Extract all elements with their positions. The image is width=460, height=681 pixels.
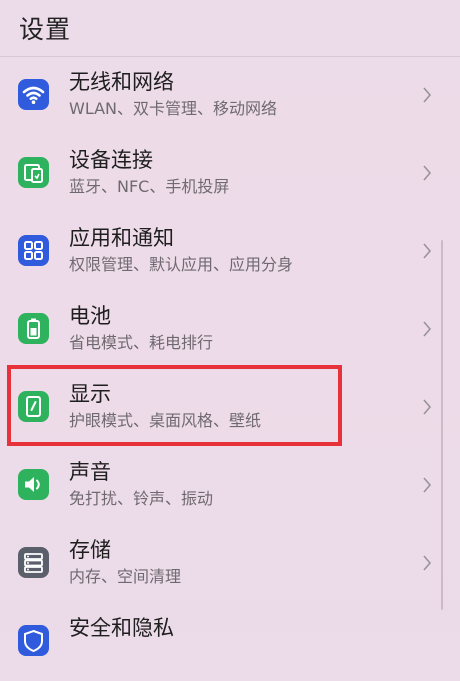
settings-item-device-connection[interactable]: 设备连接 蓝牙、NFC、手机投屏 bbox=[0, 135, 460, 213]
item-subtitle: WLAN、双卡管理、移动网络 bbox=[69, 99, 278, 118]
storage-icon bbox=[18, 547, 49, 578]
battery-icon bbox=[18, 313, 49, 344]
chevron-right-icon bbox=[422, 241, 432, 261]
settings-item-battery[interactable]: 电池 省电模式、耗电排行 bbox=[0, 291, 460, 369]
wifi-icon bbox=[18, 79, 49, 110]
settings-item-storage[interactable]: 存储 内存、空间清理 bbox=[0, 525, 460, 603]
item-title: 存储 bbox=[69, 538, 111, 562]
item-subtitle: 权限管理、默认应用、应用分身 bbox=[69, 255, 294, 274]
speaker-icon bbox=[18, 469, 49, 500]
item-title: 无线和网络 bbox=[69, 70, 174, 94]
item-title: 应用和通知 bbox=[69, 226, 174, 250]
item-subtitle: 省电模式、耗电排行 bbox=[69, 333, 214, 352]
item-subtitle: 内存、空间清理 bbox=[69, 567, 182, 586]
item-title: 安全和隐私 bbox=[69, 616, 174, 640]
item-title: 设备连接 bbox=[69, 148, 153, 172]
shield-icon bbox=[18, 625, 49, 656]
chevron-right-icon bbox=[422, 319, 432, 339]
item-subtitle: 免打扰、铃声、振动 bbox=[69, 489, 214, 508]
chevron-right-icon bbox=[422, 397, 432, 417]
chevron-right-icon bbox=[422, 553, 432, 573]
device-connect-icon bbox=[18, 157, 49, 188]
settings-item-apps-notifications[interactable]: 应用和通知 权限管理、默认应用、应用分身 bbox=[0, 213, 460, 291]
page-title: 设置 bbox=[19, 15, 72, 44]
item-title: 声音 bbox=[69, 460, 111, 484]
highlight-box bbox=[7, 365, 342, 446]
chevron-right-icon bbox=[422, 85, 432, 105]
apps-grid-icon bbox=[18, 235, 49, 266]
settings-item-security-privacy[interactable]: 安全和隐私 bbox=[0, 603, 460, 681]
scrollbar[interactable] bbox=[441, 240, 443, 610]
chevron-right-icon bbox=[422, 163, 432, 183]
item-subtitle: 蓝牙、NFC、手机投屏 bbox=[69, 177, 230, 196]
header: 设置 bbox=[0, 0, 460, 56]
item-title: 电池 bbox=[69, 304, 111, 328]
settings-item-sound[interactable]: 声音 免打扰、铃声、振动 bbox=[0, 447, 460, 525]
chevron-right-icon bbox=[422, 475, 432, 495]
settings-item-wireless-network[interactable]: 无线和网络 WLAN、双卡管理、移动网络 bbox=[0, 57, 460, 135]
